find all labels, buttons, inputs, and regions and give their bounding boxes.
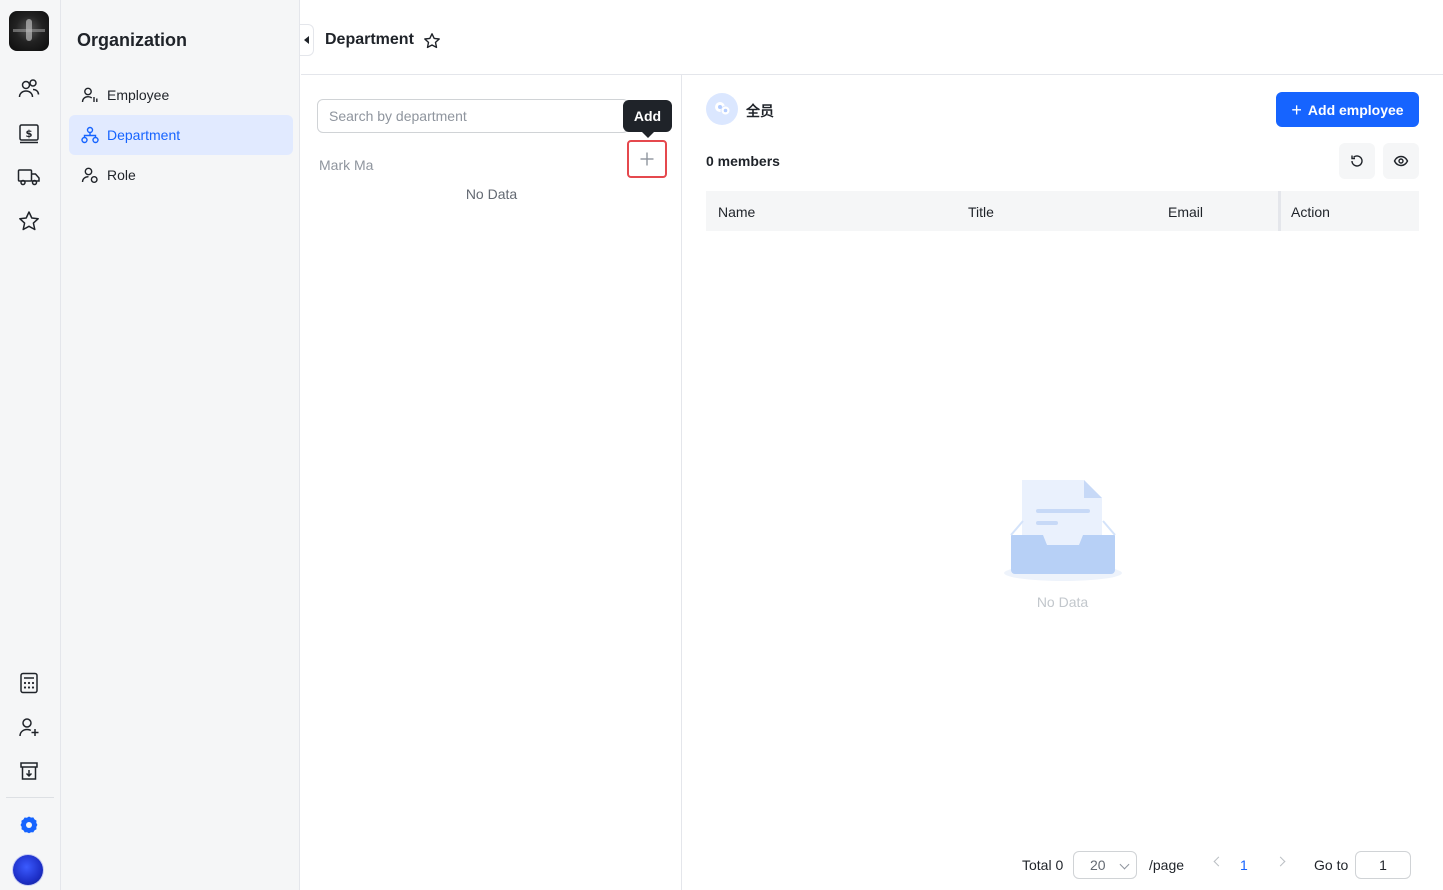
nav-item-department[interactable]: Department [69, 115, 293, 155]
rail-divider [6, 797, 54, 798]
prev-page-icon[interactable] [1213, 856, 1224, 867]
page-header: Department [301, 0, 1443, 75]
nav-item-employee[interactable]: Employee [69, 75, 293, 115]
next-page-icon[interactable] [1275, 856, 1286, 867]
page-size-value: 20 [1090, 857, 1106, 873]
settings-icon[interactable] [17, 813, 41, 837]
empty-inbox-illustration [1002, 475, 1124, 585]
favorite-star-icon[interactable] [423, 32, 441, 50]
billing-icon[interactable]: $ [17, 121, 41, 145]
column-header-email[interactable]: Email [1168, 204, 1203, 220]
app-logo[interactable] [9, 11, 49, 51]
nav-item-role[interactable]: Role [69, 155, 293, 195]
calculator-icon[interactable] [17, 671, 41, 695]
add-user-icon[interactable] [17, 715, 41, 739]
view-toggle-button[interactable] [1383, 143, 1419, 179]
goto-page-input[interactable] [1355, 851, 1411, 879]
download-box-icon[interactable] [17, 759, 41, 783]
group-icon [715, 102, 731, 116]
user-avatar[interactable] [13, 855, 43, 885]
department-avatar [706, 93, 738, 125]
column-header-name[interactable]: Name [718, 204, 755, 220]
add-department-button[interactable] [627, 140, 667, 178]
column-divider [1278, 191, 1281, 231]
organization-nav: Organization Employee Department Role [61, 0, 300, 890]
nav-item-label: Employee [107, 87, 170, 103]
app-rail: $ [0, 0, 61, 890]
add-employee-button[interactable]: + Add employee [1276, 92, 1419, 127]
plus-icon [640, 152, 654, 166]
nav-title: Organization [77, 30, 188, 50]
add-tooltip: Add [623, 100, 672, 138]
plus-icon: + [1291, 99, 1302, 120]
caret-left-icon [304, 36, 309, 44]
person-list-icon [81, 86, 99, 104]
goto-label: Go to [1314, 857, 1349, 873]
star-icon[interactable] [17, 209, 41, 233]
chevron-down-icon [1119, 859, 1130, 870]
tree-root-label[interactable]: Mark Ma [319, 157, 373, 173]
members-table-header: Name Title Email Action [706, 191, 1419, 231]
person-role-icon [81, 166, 99, 184]
department-name: 全员 [746, 103, 774, 119]
page-number-current[interactable]: 1 [1240, 857, 1248, 873]
org-tree-icon [81, 126, 99, 144]
refresh-icon [1351, 155, 1363, 167]
collapse-nav-button[interactable] [300, 24, 314, 56]
eye-icon [1393, 155, 1409, 167]
column-header-action: Action [1291, 204, 1330, 220]
department-tree-panel: Mark Ma No Data Add [301, 75, 682, 890]
users-icon[interactable] [17, 77, 41, 101]
refresh-button[interactable] [1339, 143, 1375, 179]
nav-item-label: Department [107, 127, 181, 143]
department-search-input[interactable] [317, 99, 629, 133]
per-page-label: /page [1149, 857, 1185, 873]
table-empty-text: No Data [1036, 594, 1089, 610]
tree-empty-text: No Data [465, 186, 518, 202]
page-size-select[interactable]: 20 [1073, 851, 1137, 879]
column-header-title[interactable]: Title [968, 204, 994, 220]
add-employee-label: Add employee [1307, 101, 1404, 118]
members-panel: 全员 + Add employee 0 members Name Title Em… [682, 75, 1443, 890]
members-count: 0 members [706, 153, 780, 169]
nav-item-label: Role [107, 167, 136, 183]
svg-text:$: $ [26, 129, 33, 140]
pagination-total: Total 0 [1022, 857, 1064, 873]
truck-icon[interactable] [17, 165, 41, 189]
page-title: Department [325, 31, 414, 48]
